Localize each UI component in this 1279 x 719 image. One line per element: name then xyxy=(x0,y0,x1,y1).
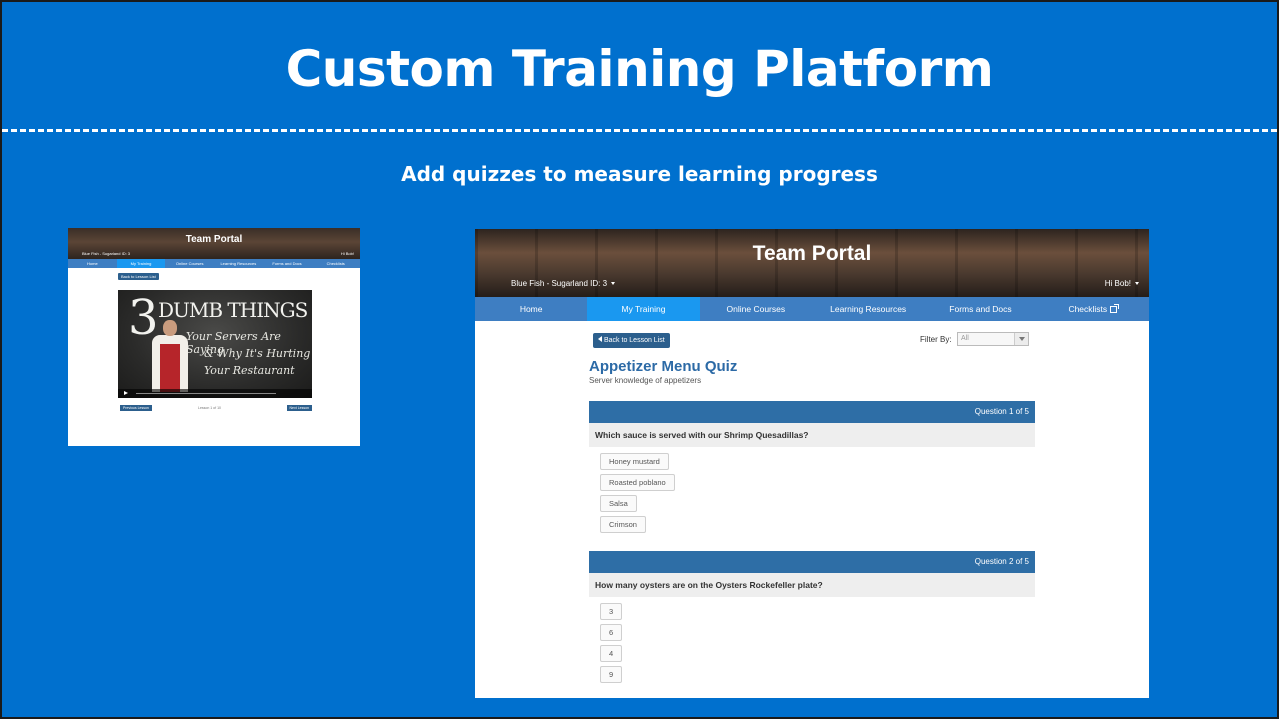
small-portal-header: Team Portal Blue Fish - Sugarland ID: 3 … xyxy=(68,228,360,259)
small-greeting[interactable]: Hi Bob! xyxy=(341,251,354,256)
quiz-page-screenshot: Team Portal Blue Fish - Sugarland ID: 3 … xyxy=(475,229,1149,698)
next-lesson-button[interactable]: Next Lesson xyxy=(286,405,312,411)
portal-title: Team Portal xyxy=(752,242,872,265)
nav-checklists[interactable]: Checklists xyxy=(1037,297,1149,321)
user-menu[interactable]: Hi Bob! xyxy=(1105,279,1139,288)
lesson-video-player[interactable]: 3 DUMB THINGS Your Servers Are Saying & … xyxy=(118,290,312,398)
dashed-divider xyxy=(2,129,1277,132)
question-text: Which sauce is served with our Shrimp Qu… xyxy=(589,423,1035,447)
video-headline: DUMB THINGS xyxy=(158,298,308,322)
answer-option[interactable]: 9 xyxy=(600,666,623,683)
answer-list: 3 6 4 9 xyxy=(589,597,1035,683)
nav-my-training[interactable]: My Training xyxy=(587,297,700,321)
main-nav: Home My Training Online Courses Learning… xyxy=(475,297,1149,321)
answer-option[interactable]: Roasted poblano xyxy=(600,474,675,491)
answer-option[interactable]: Honey mustard xyxy=(600,453,669,470)
lesson-video-screenshot: Team Portal Blue Fish - Sugarland ID: 3 … xyxy=(68,228,360,446)
nav-home[interactable]: Home xyxy=(475,297,587,321)
portal-header: Team Portal Blue Fish - Sugarland ID: 3 … xyxy=(475,229,1149,297)
answer-option[interactable]: Salsa xyxy=(600,495,637,512)
video-controls xyxy=(118,389,312,398)
nav-online-courses[interactable]: Online Courses xyxy=(700,297,812,321)
arrow-left-icon xyxy=(598,336,602,342)
chevron-down-icon[interactable] xyxy=(1014,333,1028,345)
filter-label: Filter By: xyxy=(920,335,952,344)
video-progress-bar[interactable] xyxy=(136,393,276,394)
quiz-subtitle: Server knowledge of appetizers xyxy=(589,376,702,385)
back-button-label: Back to Lesson List xyxy=(604,337,665,344)
answer-option[interactable]: 4 xyxy=(600,645,623,662)
nav-forms-docs[interactable]: Forms and Docs xyxy=(924,297,1036,321)
back-to-lesson-list-button[interactable]: Back to Lesson List xyxy=(593,333,670,348)
answer-option[interactable]: 6 xyxy=(600,624,623,641)
video-line-2: & Why It's Hurting xyxy=(204,347,311,360)
external-link-icon xyxy=(1110,304,1120,313)
small-portal-title: Team Portal xyxy=(185,234,243,245)
video-line-3: Your Restaurant xyxy=(204,364,295,377)
chef-figure xyxy=(148,320,192,392)
user-greeting: Hi Bob! xyxy=(1104,279,1131,288)
quiz-title: Appetizer Menu Quiz xyxy=(589,358,738,375)
small-back-button[interactable]: Back to Lesson List xyxy=(118,273,159,280)
question-block-1: Question 1 of 5 Which sauce is served wi… xyxy=(589,401,1035,537)
play-icon[interactable] xyxy=(124,391,128,395)
question-block-2: Question 2 of 5 How many oysters are on … xyxy=(589,551,1035,687)
answer-list: Honey mustard Roasted poblano Salsa Crim… xyxy=(589,447,1035,533)
previous-lesson-button[interactable]: Previous Lesson xyxy=(120,405,152,411)
answer-option[interactable]: Crimson xyxy=(600,516,646,533)
small-nav-forms-docs[interactable]: Forms and Docs xyxy=(263,259,312,268)
location-dropdown[interactable]: Blue Fish - Sugarland ID: 3 xyxy=(511,279,616,288)
small-nav-learning-resources[interactable]: Learning Resources xyxy=(214,259,263,268)
question-counter: Question 1 of 5 xyxy=(589,401,1035,423)
small-nav-bar: Home My Training Online Courses Learning… xyxy=(68,259,360,268)
lesson-counter: Lesson 1 of 10 xyxy=(198,406,221,410)
question-counter: Question 2 of 5 xyxy=(589,551,1035,573)
small-nav-checklists[interactable]: Checklists xyxy=(311,259,360,268)
question-text: How many oysters are on the Oysters Rock… xyxy=(589,573,1035,597)
slide-subtitle: Add quizzes to measure learning progress xyxy=(401,162,878,186)
filter-value: All xyxy=(961,335,969,342)
small-nav-online-courses[interactable]: Online Courses xyxy=(165,259,214,268)
answer-option[interactable]: 3 xyxy=(600,603,623,620)
filter-select[interactable]: All xyxy=(957,332,1029,346)
nav-learning-resources[interactable]: Learning Resources xyxy=(812,297,924,321)
small-location[interactable]: Blue Fish - Sugarland ID: 3 xyxy=(82,251,130,256)
small-nav-home[interactable]: Home xyxy=(68,259,117,268)
chevron-down-icon xyxy=(1135,282,1139,286)
chevron-down-icon xyxy=(611,282,616,286)
nav-checklists-label: Checklists xyxy=(1068,304,1108,314)
small-nav-my-training[interactable]: My Training xyxy=(116,259,166,268)
location-label: Blue Fish - Sugarland ID: 3 xyxy=(511,279,608,288)
slide-title: Custom Training Platform xyxy=(285,40,994,98)
